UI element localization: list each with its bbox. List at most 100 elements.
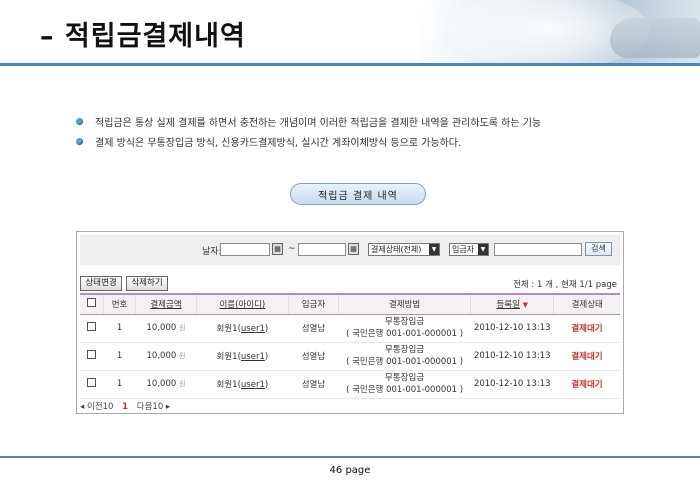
col-date[interactable]: 등록일 ▼ [470,293,554,315]
row-amount: 10,000 원 [135,314,197,343]
member-id-link[interactable]: user1 [241,380,265,390]
date-from-input[interactable] [220,243,270,256]
search-bar: 날자: ▦ ~ ▦ 결제상태(전체) ▼ 입금자 ▼ 검색 [80,235,620,265]
page-number: 46 page [329,465,371,476]
date-to-input[interactable] [298,243,346,256]
col-amount-label[interactable]: 결제금액 [150,300,181,310]
col-date-label[interactable]: 등록일 [496,300,519,310]
member-id-close: ) [264,352,269,362]
method-name: 무통장입금 [385,373,425,383]
page-title: – 적립금결제내역 [40,21,246,52]
pagination: ◂ 이전10 1 다음10 ▸ [80,400,170,412]
row-number: 1 [103,314,136,343]
section-title: 적립금 결제 내역 [290,183,426,205]
change-status-button[interactable]: 상태변경 [80,276,122,291]
calendar-icon[interactable]: ▦ [272,243,283,255]
page-header: – 적립금결제내역 [0,0,700,66]
row-number: 1 [103,342,136,371]
bullet-icon [76,117,83,125]
member-name: 회원1( [216,324,241,334]
row-status[interactable]: 결제대기 [553,342,620,371]
row-status[interactable]: 결제대기 [553,370,620,399]
row-date: 2010-12-10 13:13 [470,370,554,399]
row-method: 무통장입금 ( 국민은행 001-001-000001 ) [338,370,471,399]
select-all-header [80,293,104,315]
chevron-down-icon: ▼ [429,244,439,255]
currency-unit: 원 [178,324,186,332]
sort-desc-icon: ▼ [522,301,529,310]
keyword-input[interactable] [494,243,582,256]
search-button[interactable]: 검색 [585,242,612,256]
row-date: 2010-12-10 13:13 [470,342,554,371]
col-status: 결제상태 [553,293,620,315]
col-method: 결제방법 [338,293,471,315]
row-member: 회원1(user1) [196,370,289,399]
row-member: 회원1(user1) [196,342,289,371]
search-type-value: 입금자 [452,245,475,254]
member-id-close: ) [264,380,269,390]
date-range-separator: ~ [288,244,296,254]
col-number: 번호 [103,293,136,315]
row-amount: 10,000 원 [135,370,197,399]
search-type-select[interactable]: 입금자 ▼ [449,243,489,256]
row-number: 1 [103,370,136,399]
header-divider [0,63,700,66]
delete-button[interactable]: 삭제하기 [126,276,168,291]
col-name-label[interactable]: 이름(아이디) [219,300,265,310]
footer-divider [0,456,700,458]
description-list: 적립금은 통상 실제 결제를 하면서 충전하는 개념이며 이러한 적립금을 결제… [76,111,541,151]
current-page[interactable]: 1 [122,402,128,412]
row-depositor: 성열남 [288,342,339,371]
header-image [420,0,700,66]
table-row: 1 10,000 원 회원1(user1) 성열남 무통장입금 ( 국민은행 00… [80,370,620,399]
amount-value: 10,000 [146,323,177,333]
description-item: 적립금은 통상 실제 결제를 하면서 충전하는 개념이며 이러한 적립금을 결제… [76,111,541,131]
row-depositor: 성열남 [288,370,339,399]
table-header-row: 번호 결제금액 이름(아이디) 입금자 결제방법 등록일 ▼ 결제상태 [80,293,620,315]
row-status[interactable]: 결제대기 [553,314,620,343]
currency-unit: 원 [178,352,186,360]
select-all-checkbox[interactable] [87,298,97,308]
account-info: ( 국민은행 001-001-000001 ) [346,357,464,367]
account-info: ( 국민은행 001-001-000001 ) [346,385,464,395]
method-name: 무통장입금 [385,317,425,327]
bullet-icon [76,137,83,145]
member-id-close: ) [264,324,269,334]
row-depositor: 성열남 [288,314,339,343]
col-amount[interactable]: 결제금액 [134,293,197,315]
table-row: 1 10,000 원 회원1(user1) 성열남 무통장입금 ( 국민은행 00… [80,314,620,343]
member-name: 회원1( [216,380,241,390]
account-info: ( 국민은행 001-001-000001 ) [346,329,464,339]
payment-history-panel: 날자: ▦ ~ ▦ 결제상태(전체) ▼ 입금자 ▼ 검색 상태변경 삭제하기 … [76,231,624,414]
row-member: 회원1(user1) [196,314,289,343]
next-page-link[interactable]: 다음10 ▸ [137,402,170,412]
currency-unit: 원 [178,380,186,388]
status-select-value: 결제상태(전체) [371,245,422,254]
prev-page-link[interactable]: ◂ 이전10 [80,402,113,412]
description-text: 결제 방식은 무통장입금 방식, 신용카드결제방식, 실시간 계좌이체방식 등으… [95,137,462,149]
calendar-icon[interactable]: ▦ [348,243,359,255]
row-amount: 10,000 원 [135,342,197,371]
col-depositor: 입금자 [287,293,339,315]
chevron-down-icon: ▼ [478,244,488,255]
amount-value: 10,000 [146,351,177,361]
table-row: 1 10,000 원 회원1(user1) 성열남 무통장입금 ( 국민은행 00… [80,342,620,371]
row-method: 무통장입금 ( 국민은행 001-001-000001 ) [338,342,471,371]
result-summary: 전체 : 1 개 , 현재 1/1 page [513,280,617,290]
member-id-link[interactable]: user1 [241,324,265,334]
description-item: 결제 방식은 무통장입금 방식, 신용카드결제방식, 실시간 계좌이체방식 등으… [76,131,541,151]
row-date: 2010-12-10 13:13 [470,314,554,343]
method-name: 무통장입금 [385,345,425,355]
row-method: 무통장입금 ( 국민은행 001-001-000001 ) [338,314,471,343]
row-checkbox[interactable] [87,350,97,359]
payment-table: 번호 결제금액 이름(아이디) 입금자 결제방법 등록일 ▼ 결제상태 1 10… [80,293,620,399]
description-text: 적립금은 통상 실제 결제를 하면서 충전하는 개념이며 이러한 적립금을 결제… [95,117,542,129]
row-checkbox[interactable] [87,378,97,387]
member-id-link[interactable]: user1 [241,352,265,362]
row-checkbox[interactable] [87,322,97,331]
col-name[interactable]: 이름(아이디) [196,293,289,315]
status-select[interactable]: 결제상태(전체) ▼ [368,243,440,256]
amount-value: 10,000 [146,379,177,389]
date-label: 날자: [202,247,222,257]
member-name: 회원1( [216,352,241,362]
